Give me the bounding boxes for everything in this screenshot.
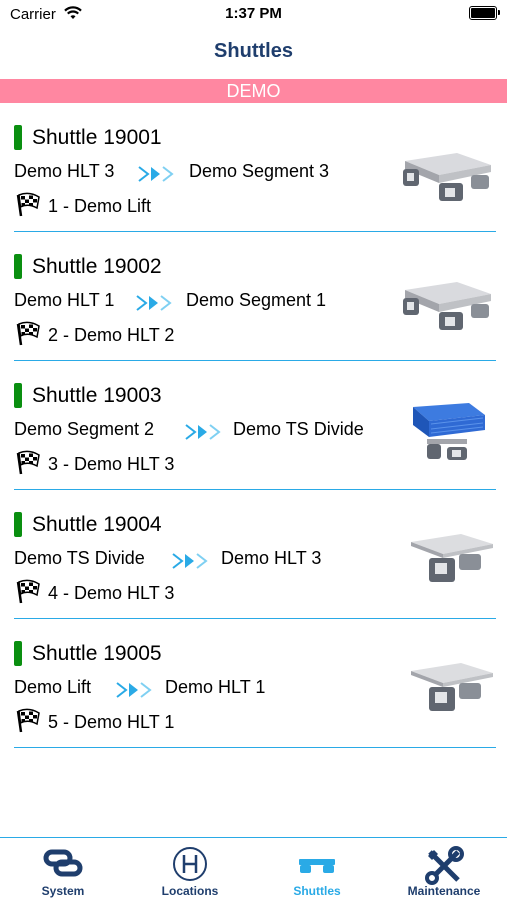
double-chevron-icon [185,424,221,440]
shuttle-name: Shuttle 19002 [32,255,162,278]
checkered-flag-icon [16,450,40,475]
section-header: DEMO [0,79,507,103]
tab-label: Shuttles [293,884,341,898]
route-from: Demo Lift [14,677,92,697]
status-bar: Carrier 1:37 PM [0,0,507,30]
double-chevron-icon [138,166,174,182]
circled-h-icon [173,847,207,881]
clock: 1:37 PM [225,5,282,22]
shuttle-image [411,534,493,582]
shuttle-name: Shuttle 19004 [32,513,162,536]
tab-label: System [41,884,85,898]
route-to: Demo Segment 1 [186,290,327,310]
status-indicator [14,125,22,150]
tab-label: Locations [161,884,219,898]
tools-icon [425,846,464,885]
tab-bar: System Locations Shuttles Maintenance [0,837,507,901]
battery-icon [469,6,500,20]
shuttle-image [413,403,485,460]
route-to: Demo HLT 3 [221,548,322,568]
shuttle-image [411,663,493,711]
route-from: Demo HLT 1 [14,290,115,310]
status-indicator [14,512,22,537]
status-indicator [14,383,22,408]
shuttle-name: Shuttle 19005 [32,642,162,665]
target-location: 4 - Demo HLT 3 [48,583,175,603]
double-chevron-icon [172,553,208,569]
tab-maintenance[interactable]: Maintenance [381,838,507,901]
link-icon [43,849,83,877]
double-chevron-icon [116,682,152,698]
shuttle-name: Shuttle 19001 [32,126,162,149]
checkered-flag-icon [16,192,40,217]
route-from: Demo Segment 2 [14,419,155,439]
target-location: 1 - Demo Lift [48,196,152,216]
tab-locations[interactable]: Locations [127,838,253,901]
status-indicator [14,641,22,666]
shuttle-row[interactable]: Shuttle 19005 Demo Lift Demo HLT 1 5 - D… [0,619,507,748]
shuttle-name: Shuttle 19003 [32,384,162,407]
shuttle-row[interactable]: Shuttle 19004 Demo TS Divide Demo HLT 3 … [0,490,507,619]
checkered-flag-icon [16,708,40,733]
shuttle-row[interactable]: Shuttle 19002 Demo HLT 1 Demo Segment 1 … [0,232,507,361]
target-location: 5 - Demo HLT 1 [48,712,175,732]
page-title: Shuttles [214,40,293,62]
shuttle-image [403,282,491,330]
tab-shuttles[interactable]: Shuttles [254,838,380,901]
shuttle-row[interactable]: Shuttle 19001 Demo HLT 3 Demo Segment 3 … [0,103,507,232]
route-to: Demo Segment 3 [189,161,330,181]
checkered-flag-icon [16,321,40,346]
target-location: 3 - Demo HLT 3 [48,454,175,474]
checkered-flag-icon [16,579,40,604]
row-divider [14,747,496,748]
shuttle-image [403,153,491,201]
route-to: Demo TS Divide [233,419,364,439]
shuttle-row[interactable]: Shuttle 19003 Demo Segment 2 Demo TS Div… [0,361,507,490]
tab-system[interactable]: System [0,838,126,901]
target-location: 2 - Demo HLT 2 [48,325,175,345]
double-chevron-icon [136,295,172,311]
shuttle-icon [299,859,335,873]
route-to: Demo HLT 1 [165,677,266,697]
shuttle-list: Shuttle 19001 Demo HLT 3 Demo Segment 3 … [0,103,507,748]
route-from: Demo HLT 3 [14,161,115,181]
route-from: Demo TS Divide [14,548,145,568]
tab-label: Maintenance [407,884,481,898]
status-indicator [14,254,22,279]
